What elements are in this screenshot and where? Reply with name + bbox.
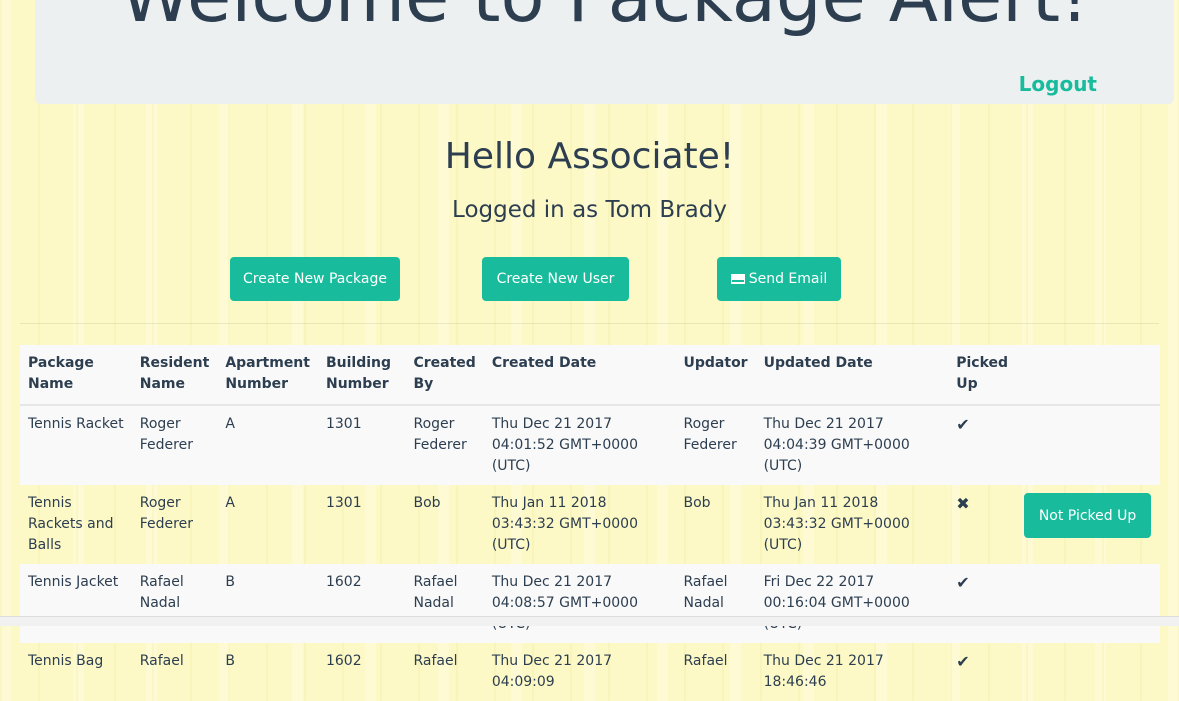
cell-created-date: Thu Dec 21 2017 04:01:52 GMT+0000 (UTC) (491, 416, 638, 474)
col-created-by: Created By (405, 345, 484, 406)
cell-building: 1602 (325, 653, 362, 669)
envelope-icon (730, 274, 745, 284)
cell-updator: Roger Federer (683, 416, 737, 453)
cell-action (1016, 643, 1160, 701)
cell-updator: Rafael (683, 653, 728, 669)
col-created-date: Created Date (483, 345, 676, 406)
site-title: Welcome to Package Alert! (35, 0, 1174, 38)
cell-resident: Roger Federer (139, 495, 193, 532)
cell-updated-date: Thu Dec 21 2017 18:46:46 (763, 653, 884, 690)
header-jumbotron: Welcome to Package Alert! Logout (35, 0, 1174, 104)
table-row: Tennis Rackets and Balls Roger Federer A… (20, 485, 1160, 564)
cell-created-date: Thu Dec 21 2017 04:09:09 (491, 653, 613, 690)
cell-apartment: A (225, 495, 235, 511)
create-user-label: Create New User (496, 271, 615, 287)
cell-updator: Bob (683, 495, 711, 511)
table-row: Tennis Bag Rafael B 1602 Rafael Thu Dec … (20, 643, 1160, 701)
packages-table: Package Name Resident Name Apartment Num… (20, 345, 1160, 701)
col-updator: Updator (675, 345, 756, 406)
col-package-name: Package Name (20, 345, 132, 406)
check-icon: ✔ (956, 652, 970, 671)
cell-resident: Rafael Nadal (139, 574, 184, 611)
logout-link[interactable]: Logout (1019, 72, 1097, 96)
cell-created-by: Rafael (413, 653, 458, 669)
cell-package: Tennis Rackets and Balls (28, 495, 114, 553)
cell-created-by: Rafael Nadal (413, 574, 458, 611)
col-picked-up: Picked Up (948, 345, 1017, 406)
cell-apartment: B (225, 574, 235, 590)
cell-action (1016, 405, 1160, 485)
cell-package: Tennis Bag (28, 653, 104, 669)
table-header-row: Package Name Resident Name Apartment Num… (20, 345, 1160, 406)
send-email-label: Send Email (748, 271, 828, 287)
cell-created-by: Bob (413, 495, 441, 511)
create-user-button[interactable]: Create New User (482, 257, 629, 301)
col-building-number: Building Number (317, 345, 406, 406)
cell-action: Not Picked Up (1016, 485, 1160, 564)
greeting-heading: Hello Associate! (444, 136, 735, 177)
cell-created-by: Roger Federer (413, 416, 467, 453)
table-row: Tennis Jacket Rafael Nadal B 1602 Rafael… (20, 564, 1160, 643)
cell-created-date: Thu Jan 11 2018 03:43:32 GMT+0000 (UTC) (491, 495, 638, 553)
check-icon: ✔ (956, 573, 970, 592)
cell-apartment: A (225, 416, 235, 432)
cell-updated-date: Fri Dec 22 2017 00:16:04 GMT+0000 (UTC) (763, 574, 910, 632)
cell-resident: Rafael (139, 653, 184, 669)
cell-building: 1301 (325, 416, 362, 432)
divider (20, 323, 1159, 324)
cell-apartment: B (225, 653, 235, 669)
cell-updated-date: Thu Jan 11 2018 03:43:32 GMT+0000 (UTC) (763, 495, 910, 553)
cell-building: 1602 (325, 574, 362, 590)
cell-resident: Roger Federer (139, 416, 193, 453)
col-resident-name: Resident Name (131, 345, 218, 406)
cell-package: Tennis Racket (28, 416, 124, 432)
not-picked-up-button[interactable]: Not Picked Up (1024, 493, 1152, 538)
create-package-label: Create New Package (243, 271, 387, 287)
col-apartment-number: Apartment Number (217, 345, 318, 406)
table-row: Tennis Racket Roger Federer A 1301 Roger… (20, 405, 1160, 485)
logged-in-text: Logged in as Tom Brady (452, 197, 727, 223)
cell-action (1016, 564, 1160, 643)
create-package-button[interactable]: Create New Package (230, 257, 400, 301)
check-icon: ✔ (956, 415, 970, 434)
cell-updator: Rafael Nadal (683, 574, 728, 611)
cross-icon: ✖ (956, 494, 970, 513)
send-email-button[interactable]: Send Email (717, 257, 841, 301)
cell-updated-date: Thu Dec 21 2017 04:04:39 GMT+0000 (UTC) (763, 416, 910, 474)
col-action (1016, 345, 1160, 406)
col-updated-date: Updated Date (755, 345, 949, 406)
cell-building: 1301 (325, 495, 362, 511)
cell-created-date: Thu Dec 21 2017 04:08:57 GMT+0000 (UTC) (491, 574, 638, 632)
cell-package: Tennis Jacket (28, 574, 119, 590)
